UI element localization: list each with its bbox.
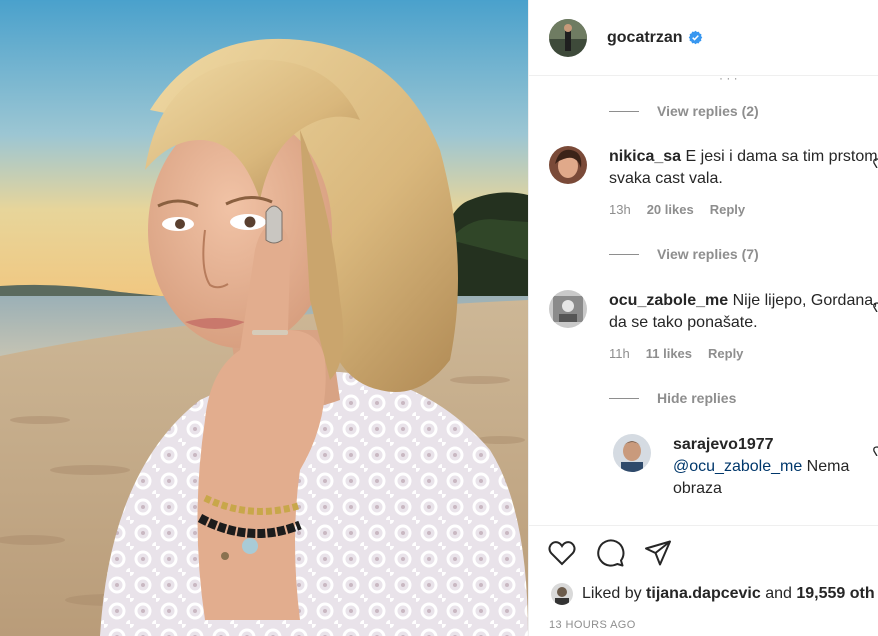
reply-item: sarajevo1977 @ocu_zabole_me Nema obraza (613, 434, 878, 500)
commenter-avatar-image (549, 290, 587, 328)
hide-replies-button[interactable]: Hide replies (609, 390, 736, 406)
replies-divider-line (609, 397, 639, 399)
comment-username[interactable]: sarajevo1977 (673, 434, 878, 456)
comment-mention-link[interactable]: @ocu_zabole_me (673, 458, 802, 475)
comment-time[interactable]: 13h (609, 202, 631, 217)
author-avatar-image (549, 18, 587, 57)
post-sidebar: gocatrzan · · · View replies (2) nikica_… (528, 0, 878, 636)
comment-time[interactable]: 11h (609, 346, 630, 361)
liker-avatar-image (551, 583, 573, 605)
comment-body: ocu_zabole_me Nije lijepo, Gordana, da s… (609, 290, 878, 334)
comment-meta: 11h 11 likes Reply (609, 346, 878, 361)
heart-outline-icon (873, 446, 878, 456)
comments-list[interactable]: · · · View replies (2) nikica_sa E jesi … (529, 77, 878, 524)
comment-body: nikica_sa E jesi i dama sa tim prstom sv… (609, 146, 878, 190)
comment-meta: 13h 20 likes Reply (609, 202, 878, 217)
author-avatar[interactable] (549, 18, 587, 57)
verified-badge-icon (688, 30, 702, 45)
post-timestamp[interactable]: 13 HOURS AGO (549, 619, 636, 631)
comment-like-icon[interactable] (873, 444, 878, 456)
liked-by-row: Liked by tijana.dapcevic and 19,559 oth (551, 583, 875, 605)
hide-replies-label: Hide replies (657, 390, 737, 406)
comment-body: sarajevo1977 @ocu_zabole_me Nema obraza (673, 434, 878, 500)
liker-username[interactable]: tijana.dapcevic (646, 585, 761, 603)
author-username[interactable]: gocatrzan (607, 29, 683, 47)
liker-avatar[interactable] (551, 583, 573, 605)
commenter-avatar-image (549, 146, 587, 184)
comment-like-icon[interactable] (873, 300, 878, 312)
comment-item: ocu_zabole_me Nije lijepo, Gordana, da s… (549, 290, 878, 361)
truncated-comment-meta: · · · (719, 77, 738, 85)
comment-likes[interactable]: 11 likes (646, 346, 692, 361)
heart-outline-icon (873, 302, 878, 312)
post-actions: Liked by tijana.dapcevic and 19,559 oth … (529, 525, 878, 636)
commenter-avatar-image (613, 434, 651, 472)
comment-username[interactable]: nikica_sa (609, 148, 681, 165)
commenter-avatar[interactable] (549, 290, 587, 328)
commenter-avatar[interactable] (549, 146, 587, 184)
comment-like-icon[interactable] (873, 156, 878, 168)
view-replies-label: View replies (2) (657, 103, 759, 119)
likes-count-button[interactable]: 19,559 oth (796, 585, 874, 603)
liked-by-prefix: Liked by (582, 585, 642, 602)
heart-icon[interactable] (547, 538, 577, 568)
commenter-avatar[interactable] (613, 434, 651, 472)
view-replies-button[interactable]: View replies (2) (609, 103, 759, 119)
comment-item: nikica_sa E jesi i dama sa tim prstom sv… (549, 146, 878, 217)
reply-button[interactable]: Reply (710, 202, 745, 217)
reply-button[interactable]: Reply (708, 346, 743, 361)
comment-bubble-icon[interactable] (595, 538, 625, 568)
replies-divider-line (609, 110, 639, 112)
comment-username[interactable]: ocu_zabole_me (609, 292, 728, 309)
post-photo-illustration (0, 0, 528, 636)
view-replies-label: View replies (7) (657, 246, 759, 262)
replies-divider-line (609, 253, 639, 255)
heart-outline-icon (873, 158, 878, 168)
post-header: gocatrzan (529, 0, 878, 76)
view-replies-button[interactable]: View replies (7) (609, 246, 759, 262)
comment-likes[interactable]: 20 likes (647, 202, 694, 217)
liked-by-and: and (765, 585, 792, 602)
paper-plane-icon[interactable] (643, 538, 673, 568)
post-photo[interactable] (0, 0, 528, 636)
